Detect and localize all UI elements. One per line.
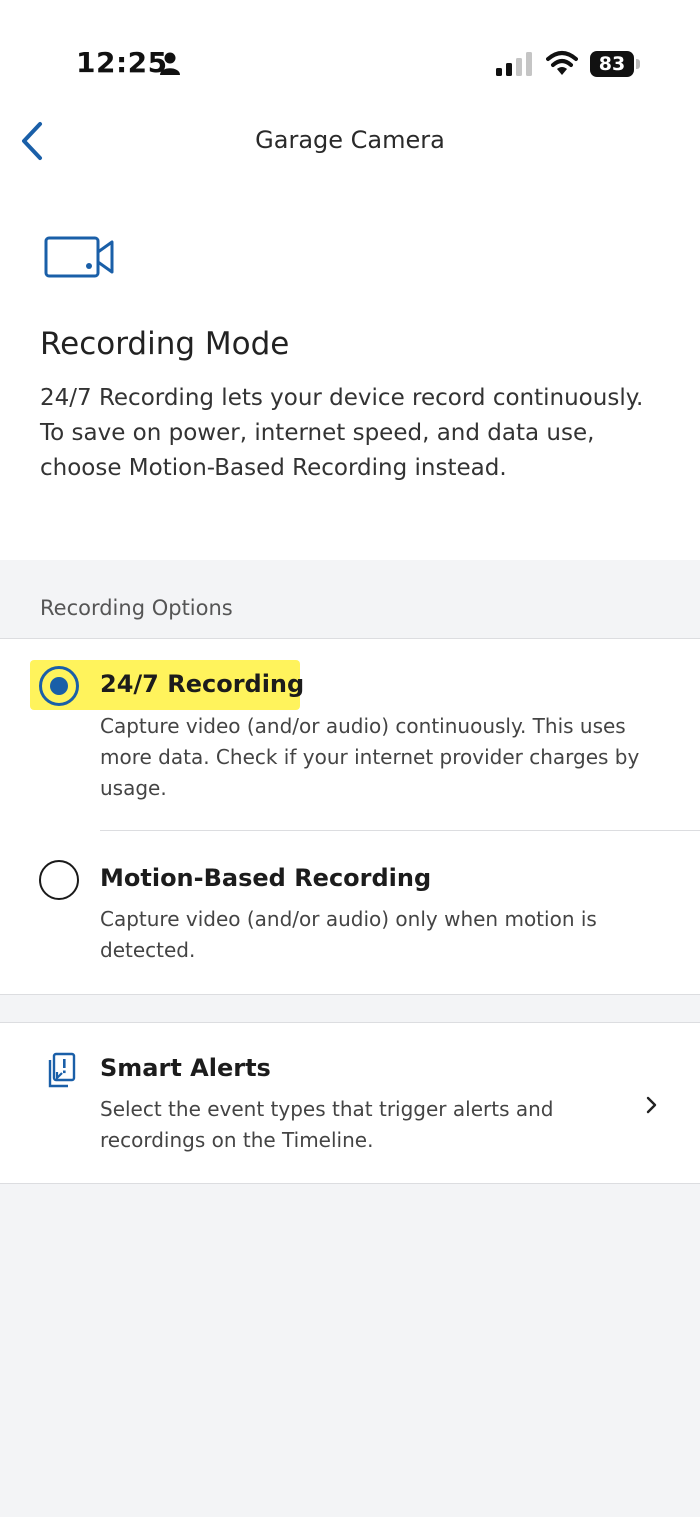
recording-mode-title: Recording Mode [40,326,290,362]
status-time: 12:25 [76,46,168,79]
person-icon [160,52,180,75]
alert-icon [48,1052,76,1088]
battery-cap [636,59,640,69]
option-title-247[interactable]: 24/7 Recording [100,670,304,698]
option-desc-motion: Capture video (and/or audio) only when m… [100,907,597,962]
chevron-right-icon[interactable] [645,1094,659,1116]
camera-icon [44,236,114,278]
radio-motion-based[interactable] [39,860,79,900]
option-divider [100,830,700,831]
recording-mode-description: 24/7 Recording lets your device record c… [40,385,644,481]
battery-indicator: 83 [590,51,634,77]
wifi-icon [546,51,578,75]
smart-alerts-description: Select the event types that trigger aler… [100,1097,554,1152]
smart-alerts-title[interactable]: Smart Alerts [100,1054,271,1082]
option-desc-247: Capture video (and/or audio) continuousl… [100,714,640,800]
page-title: Garage Camera [255,126,445,154]
signal-icon [496,52,532,76]
recording-options-header: Recording Options [40,596,233,620]
radio-247-recording[interactable] [39,666,79,706]
option-title-motion[interactable]: Motion-Based Recording [100,864,431,892]
